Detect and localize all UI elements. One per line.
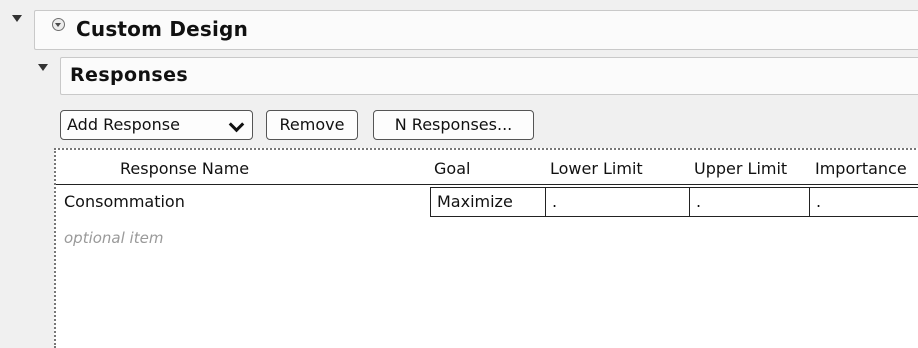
optional-item-placeholder[interactable]: optional item — [64, 229, 163, 247]
importance-cell[interactable]: . — [809, 187, 918, 217]
disclosure-triangle-icon[interactable] — [12, 15, 22, 22]
column-header-lower-limit: Lower Limit — [550, 159, 643, 178]
response-name-cell[interactable]: Consommation — [64, 192, 185, 211]
column-header-upper-limit: Upper Limit — [694, 159, 788, 178]
chevron-down-icon — [228, 116, 245, 133]
goal-cell[interactable]: Maximize — [430, 187, 546, 217]
disclosure-triangle-icon[interactable] — [38, 64, 48, 71]
upper-limit-cell[interactable]: . — [689, 187, 810, 217]
lower-limit-cell[interactable]: . — [545, 187, 690, 217]
add-response-label: Add Response — [67, 115, 180, 134]
responses-title: Responses — [70, 64, 189, 86]
column-header-response-name: Response Name — [120, 159, 250, 178]
custom-design-title: Custom Design — [76, 17, 249, 41]
responses-table — [54, 148, 918, 348]
remove-button[interactable]: Remove — [266, 110, 358, 140]
responses-header — [60, 57, 918, 95]
table-header-divider — [56, 184, 918, 185]
column-header-importance: Importance — [815, 159, 907, 178]
add-response-dropdown[interactable]: Add Response — [60, 110, 253, 140]
n-responses-button[interactable]: N Responses... — [373, 110, 534, 140]
red-triangle-menu-icon[interactable] — [52, 18, 65, 31]
column-header-goal: Goal — [434, 159, 471, 178]
